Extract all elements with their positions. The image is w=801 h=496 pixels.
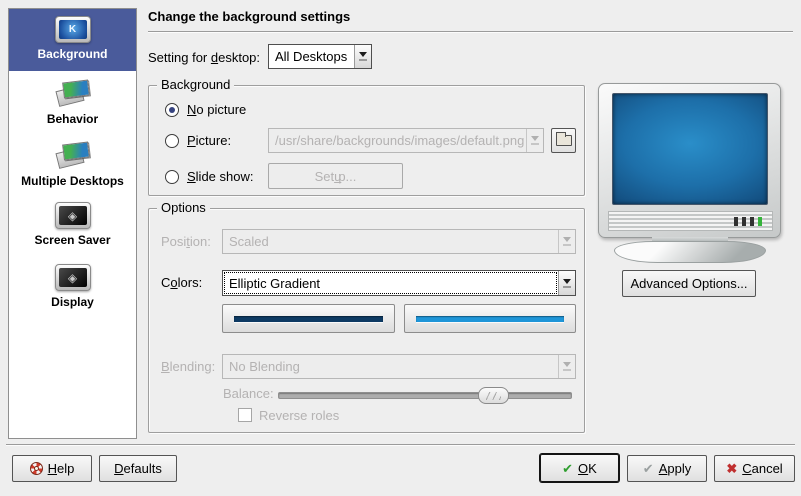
help-icon (30, 462, 43, 475)
display-icon: ◈ (55, 264, 91, 291)
advanced-options-button[interactable]: Advanced Options... (622, 270, 756, 297)
desktop-select-value: All Desktops (269, 45, 354, 68)
slide-show-radio[interactable] (165, 170, 179, 184)
balance-slider-handle (478, 387, 509, 404)
color2-swatch (416, 316, 564, 322)
sidebar-item-display[interactable]: ◈ Display (9, 257, 136, 319)
background-groupbox: Background No picture Picture: /usr/shar… (148, 85, 585, 196)
position-combobox: Scaled (222, 229, 576, 254)
check-icon: ✔ (643, 462, 654, 475)
chevron-down-icon (558, 230, 575, 253)
colors-combobox[interactable]: Elliptic Gradient (222, 270, 576, 296)
preview-screen (612, 93, 768, 205)
no-picture-label[interactable]: No picture (187, 102, 246, 117)
ok-button[interactable]: ✔ OK (540, 454, 619, 482)
blending-label: Blending: (161, 359, 215, 374)
check-icon: ✔ (562, 462, 573, 475)
sidebar-item-background[interactable]: K Background (9, 9, 136, 71)
color2-button[interactable] (404, 304, 576, 333)
screen-saver-icon: ◈ (55, 202, 91, 229)
blending-combobox: No Blending (222, 354, 576, 379)
background-settings-dialog: K Background Behavior Multiple Desktops … (0, 0, 801, 496)
header-separator (148, 31, 793, 33)
chevron-down-icon (558, 355, 575, 378)
sidebar-item-multiple-desktops[interactable]: Multiple Desktops (9, 133, 136, 195)
slide-show-setup-button: Setup... (268, 163, 403, 189)
x-icon: ✖ (726, 462, 737, 475)
sidebar-item-label: Background (37, 47, 107, 61)
picture-path-combobox: /usr/share/backgrounds/images/default.pn… (268, 128, 544, 153)
module-sidebar: K Background Behavior Multiple Desktops … (8, 8, 137, 439)
blending-value: No Blending (223, 355, 558, 378)
balance-slider (278, 392, 572, 399)
no-picture-radio[interactable] (165, 103, 179, 117)
desktop-select-combobox[interactable]: All Desktops (268, 44, 372, 69)
position-label: Position: (161, 234, 211, 249)
multiple-desktops-icon (54, 140, 92, 170)
folder-icon (556, 135, 572, 146)
help-button[interactable]: Help (12, 455, 92, 482)
background-icon: K (55, 16, 91, 43)
options-groupbox: Options Position: Scaled Colors: Ellipti… (148, 208, 585, 433)
sidebar-item-label: Screen Saver (34, 233, 110, 247)
monitor-stand-base (614, 241, 766, 263)
balance-label: Balance: (223, 386, 274, 401)
slide-show-label[interactable]: Slide show: (187, 169, 253, 184)
chevron-down-icon (354, 45, 371, 68)
behavior-icon (54, 78, 92, 108)
apply-button[interactable]: ✔ Apply (627, 455, 707, 482)
kde-logo-icon: K (59, 20, 87, 39)
sidebar-item-label: Multiple Desktops (21, 174, 124, 188)
sidebar-item-behavior[interactable]: Behavior (9, 71, 136, 133)
picture-radio[interactable] (165, 134, 179, 148)
picture-path-value: /usr/share/backgrounds/images/default.pn… (269, 129, 526, 152)
position-value: Scaled (223, 230, 558, 253)
reverse-roles-checkbox (238, 408, 252, 422)
browse-picture-button[interactable] (551, 128, 576, 153)
footer-separator (6, 444, 795, 446)
picture-label[interactable]: Picture: (187, 133, 231, 148)
monitor-preview (598, 83, 781, 238)
options-group-legend: Options (157, 200, 210, 215)
setting-for-desktop-label: Setting for desktop: (148, 50, 260, 65)
colors-value: Elliptic Gradient (223, 271, 558, 295)
color1-button[interactable] (222, 304, 395, 333)
monitor-vents (608, 211, 773, 231)
slider-grip-icon (486, 392, 501, 400)
sidebar-item-label: Display (51, 295, 94, 309)
page-title: Change the background settings (148, 9, 350, 24)
colors-label: Colors: (161, 275, 202, 290)
chevron-down-icon (526, 129, 543, 152)
sidebar-item-label: Behavior (47, 112, 98, 126)
sidebar-item-screen-saver[interactable]: ◈ Screen Saver (9, 195, 136, 257)
defaults-button[interactable]: Defaults (99, 455, 177, 482)
power-led (758, 217, 762, 226)
chevron-down-icon (558, 271, 575, 295)
background-group-legend: Background (157, 77, 234, 92)
reverse-roles-label: Reverse roles (259, 408, 339, 423)
color1-swatch (234, 316, 383, 322)
cancel-button[interactable]: ✖ Cancel (714, 455, 795, 482)
